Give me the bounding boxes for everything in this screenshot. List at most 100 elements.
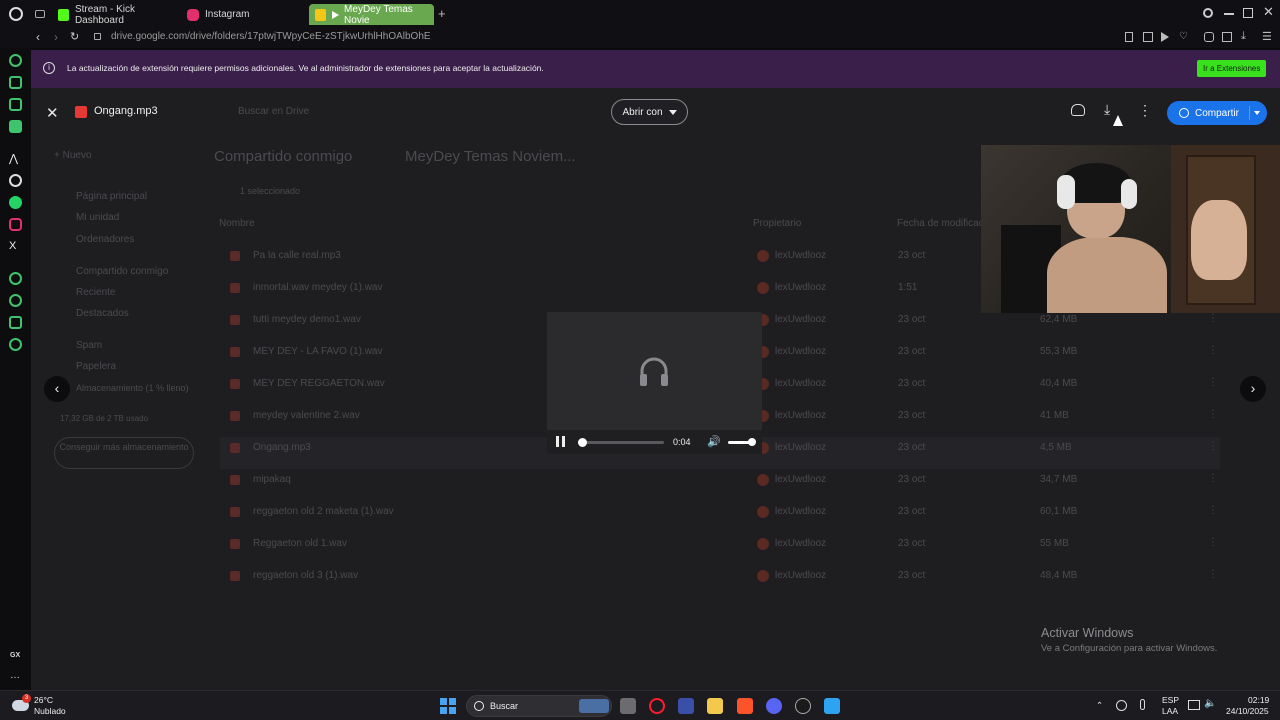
obs-icon[interactable] [795, 698, 811, 714]
menu-icon[interactable]: ☰ [1262, 30, 1272, 43]
go-to-extensions-button[interactable]: Ir a Extensiones [1197, 60, 1267, 77]
gx-control-icon[interactable] [9, 76, 22, 89]
sidebar-trash[interactable]: Papelera [76, 361, 116, 372]
get-more-storage-button[interactable]: Conseguir más almacenamiento [54, 437, 194, 469]
clock-date[interactable]: 24/10/2025 [1226, 706, 1269, 716]
table-row[interactable]: reggaeton old 2 maketa (1).wav lexUwdlooz… [220, 501, 1220, 533]
share-button[interactable]: Compartir [1167, 101, 1267, 125]
avatar [757, 250, 769, 262]
minimize-icon[interactable] [1224, 13, 1234, 15]
next-file-button[interactable]: › [1240, 376, 1266, 402]
discord-icon[interactable] [766, 698, 782, 714]
extensions-sidebar-icon[interactable] [9, 316, 22, 329]
clock-time[interactable]: 02:19 [1248, 695, 1269, 705]
instagram-sidebar-icon[interactable] [9, 218, 22, 231]
pinboard-icon[interactable] [9, 98, 22, 111]
col-name[interactable]: Nombre [219, 218, 255, 229]
gx-corner-icon[interactable] [9, 54, 22, 67]
sidebar-computers[interactable]: Ordenadores [76, 234, 134, 245]
windows-start-icon[interactable] [440, 698, 456, 714]
file-explorer-icon[interactable] [707, 698, 723, 714]
row-more-icon[interactable]: ⋮ [1208, 505, 1218, 516]
chatgpt-icon[interactable] [9, 174, 22, 187]
previous-file-button[interactable]: ‹ [44, 376, 70, 402]
breadcrumb-folder[interactable]: MeyDey Temas Noviem... [405, 148, 576, 165]
tab-workspaces-icon[interactable] [35, 10, 45, 18]
taskbar-search[interactable]: Buscar [466, 695, 612, 717]
row-more-icon[interactable]: ⋮ [1208, 473, 1218, 484]
forward-icon[interactable]: › [54, 30, 58, 44]
more-actions-icon[interactable]: ⋮ [1138, 102, 1152, 119]
opera-logo-icon[interactable] [9, 7, 23, 21]
row-more-icon[interactable]: ⋮ [1208, 345, 1218, 356]
sidebar-storage[interactable]: Almacenamiento (1 % lleno) [76, 383, 189, 393]
table-row[interactable]: Reggaeton old 1.wav lexUwdlooz 23 oct 55 MB… [220, 533, 1220, 565]
breadcrumb-shared[interactable]: Compartido conmigo [214, 148, 352, 165]
close-viewer-icon[interactable]: ✕ [46, 104, 59, 122]
sidebar-app-icon[interactable] [9, 120, 22, 133]
reload-icon[interactable]: ↻ [70, 30, 79, 43]
network-icon[interactable] [1188, 700, 1200, 710]
task-view-icon[interactable] [620, 698, 636, 714]
heart-icon[interactable]: ♡ [1179, 31, 1188, 42]
row-more-icon[interactable]: ⋮ [1208, 569, 1218, 580]
sidebar-spam[interactable]: Spam [76, 340, 102, 351]
sidebar-home[interactable]: Página principal [76, 191, 147, 202]
row-more-icon[interactable]: ⋮ [1208, 441, 1218, 452]
row-more-icon[interactable]: ⋮ [1208, 409, 1218, 420]
seek-bar-handle[interactable] [578, 438, 588, 447]
close-window-icon[interactable]: ✕ [1263, 4, 1274, 20]
language-code[interactable]: ESP [1162, 695, 1179, 705]
history-icon[interactable] [9, 294, 22, 307]
brave-icon[interactable] [737, 698, 753, 714]
back-icon[interactable]: ‹ [36, 30, 40, 44]
open-with-button[interactable]: Abrir con [611, 99, 688, 125]
download-file-icon[interactable]: ⤓ [1104, 101, 1110, 118]
more-icon[interactable]: … [10, 670, 20, 681]
row-more-icon[interactable]: ⋮ [1208, 537, 1218, 548]
app-blue-icon[interactable] [824, 698, 840, 714]
settings-icon[interactable] [9, 338, 22, 351]
file-type-icon [230, 411, 240, 421]
whatsapp-icon[interactable] [9, 196, 22, 209]
extensions-icon[interactable] [1204, 32, 1214, 42]
search-tabs-icon[interactable] [1203, 8, 1213, 18]
snapshot-icon[interactable] [1143, 32, 1153, 42]
wallet-icon[interactable] [1222, 32, 1232, 42]
x-twitter-icon[interactable]: X [9, 240, 22, 253]
maximize-icon[interactable] [1243, 8, 1253, 18]
player-icon[interactable] [1161, 32, 1169, 42]
volume-handle[interactable] [748, 438, 756, 446]
player-sidebar-icon[interactable] [9, 272, 22, 285]
sidebar-my-drive[interactable]: Mi unidad [76, 212, 119, 223]
bookmark-icon[interactable] [1125, 32, 1133, 42]
seek-bar[interactable] [578, 438, 664, 447]
tab-drive-active[interactable]: MeyDey Temas Novie [309, 4, 434, 26]
sidebar-recent[interactable]: Reciente [76, 287, 115, 298]
sidebar-starred[interactable]: Destacados [76, 308, 129, 319]
sync-icon[interactable] [1116, 700, 1127, 711]
volume-icon[interactable]: 🔊 [707, 435, 721, 448]
sidebar-shared[interactable]: Compartido conmigo [76, 266, 168, 277]
add-shortcut-icon[interactable] [1071, 104, 1085, 116]
tab-instagram[interactable]: Instagram [181, 4, 306, 25]
table-row[interactable]: mipakaq lexUwdlooz 23 oct 34,7 MB ⋮ [220, 469, 1220, 501]
tab-kick-dashboard[interactable]: Stream - Kick Dashboard [52, 4, 177, 26]
pause-button[interactable] [556, 436, 566, 447]
microphone-icon[interactable] [1140, 699, 1145, 710]
new-tab-button[interactable]: + [438, 6, 446, 21]
row-more-icon[interactable]: ⋮ [1208, 377, 1218, 388]
url-field[interactable]: drive.google.com/drive/folders/17ptwjTWp… [111, 31, 431, 42]
tray-overflow-icon[interactable]: ⌃ [1096, 700, 1103, 711]
table-row[interactable]: reggaeton old 3 (1).wav lexUwdlooz 23 oct 4… [220, 565, 1220, 597]
opera-gx-taskbar-icon[interactable] [649, 698, 665, 714]
speaker-icon[interactable]: 🔈 [1204, 698, 1216, 709]
aria-icon[interactable]: ⋀ [9, 152, 22, 165]
share-dropdown-icon[interactable] [1254, 111, 1260, 115]
language-region[interactable]: LAA [1162, 706, 1178, 716]
app-taskbar-icon[interactable] [678, 698, 694, 714]
drive-search-input[interactable]: Buscar en Drive [238, 106, 309, 117]
new-button[interactable]: + Nuevo [54, 150, 92, 161]
row-more-icon[interactable]: ⋮ [1208, 313, 1218, 324]
download-icon[interactable]: ⤓ [1241, 30, 1246, 43]
